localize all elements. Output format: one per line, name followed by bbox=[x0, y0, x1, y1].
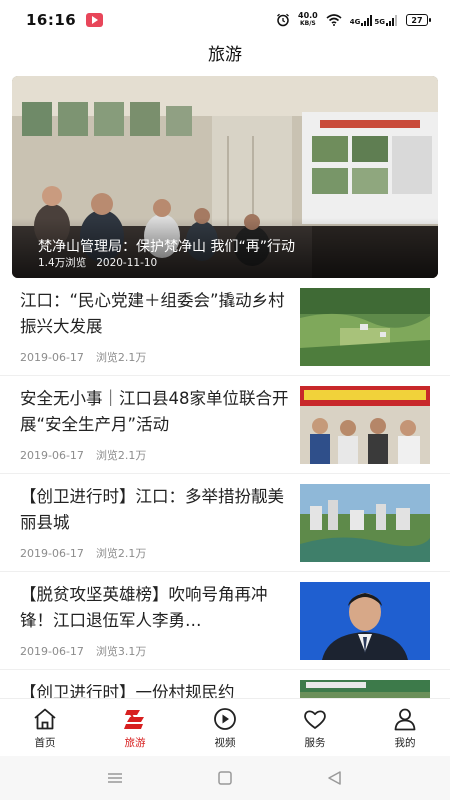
nav-label-profile: 我的 bbox=[394, 737, 416, 749]
net-speed: 40.0 KB/S bbox=[298, 12, 318, 28]
article-meta: 2019-06-17 浏览2.1万 bbox=[20, 545, 146, 561]
article-date: 2019-06-17 bbox=[20, 547, 84, 560]
article-meta: 2019-06-17 浏览2.1万 bbox=[20, 349, 146, 365]
article-thumbnail bbox=[300, 288, 430, 366]
status-bar: 16:16 40.0 KB/S 4G 5G 27 bbox=[0, 0, 450, 40]
article-title: 【创卫进行时】一份村规民约 bbox=[20, 683, 235, 698]
signal-icon: 4G 5G bbox=[349, 14, 398, 26]
nav-item-video[interactable]: 视频 bbox=[180, 699, 270, 756]
signal-label-2: 5G bbox=[374, 17, 385, 26]
notification-app-icon bbox=[86, 13, 104, 27]
net-speed-unit: KB/S bbox=[300, 20, 316, 27]
user-icon bbox=[392, 707, 418, 731]
list-item[interactable]: 【创卫进行时】一份村规民约 bbox=[0, 670, 450, 698]
article-views: 浏览2.1万 bbox=[95, 449, 147, 462]
article-list: 江口：“民心党建＋组委会”撬动乡村振兴大发展 2019-06-17 浏览2.1万 … bbox=[0, 278, 450, 698]
nav-label-travel: 旅游 bbox=[124, 737, 146, 749]
bottom-nav: 首页 旅游 视频 服务 我的 bbox=[0, 698, 450, 756]
article-thumbnail bbox=[300, 680, 430, 698]
article-thumbnail bbox=[300, 386, 430, 464]
article-date: 2019-06-17 bbox=[20, 645, 84, 658]
nav-label-service: 服务 bbox=[304, 737, 326, 749]
article-meta: 2019-06-17 浏览2.1万 bbox=[20, 447, 146, 463]
article-views: 浏览2.1万 bbox=[95, 547, 147, 560]
signal-label: 4G bbox=[349, 17, 361, 26]
alarm-icon bbox=[276, 13, 290, 27]
list-item[interactable]: 安全无小事｜江口县48家单位联合开展“安全生产月”活动 2019-06-17 浏览… bbox=[0, 376, 450, 474]
battery-icon: 27 bbox=[406, 14, 431, 26]
banner-article[interactable]: 梵净山管理局：保护梵净山 我们“再”行动 1.4万浏览 2020-11-10 bbox=[12, 76, 438, 278]
article-date: 2019-06-17 bbox=[20, 449, 84, 462]
article-views: 浏览2.1万 bbox=[95, 351, 147, 364]
menu-icon[interactable] bbox=[106, 770, 124, 786]
list-item[interactable]: 【脱贫攻坚英雄榜】吹响号角再冲锋！江口退伍军人李勇… 2019-06-17 浏览3… bbox=[0, 572, 450, 670]
banner-meta: 1.4万浏览 2020-11-10 bbox=[38, 255, 157, 270]
home-button-icon[interactable] bbox=[216, 770, 234, 786]
article-meta: 2019-06-17 浏览3.1万 bbox=[20, 643, 146, 659]
article-thumbnail bbox=[300, 484, 430, 562]
article-title: 江口：“民心党建＋组委会”撬动乡村振兴大发展 bbox=[20, 291, 285, 336]
article-title: 【创卫进行时】江口：多举措扮靓美丽县城 bbox=[20, 487, 284, 532]
list-item[interactable]: 江口：“民心党建＋组委会”撬动乡村振兴大发展 2019-06-17 浏览2.1万 bbox=[0, 278, 450, 376]
banner-views: 1.4万浏览 bbox=[38, 257, 87, 269]
article-title: 安全无小事｜江口县48家单位联合开展“安全生产月”活动 bbox=[20, 389, 289, 434]
article-views: 浏览3.1万 bbox=[95, 645, 147, 658]
nav-label-video: 视频 bbox=[214, 737, 236, 749]
back-icon[interactable] bbox=[326, 770, 344, 786]
banner-title: 梵净山管理局：保护梵净山 我们“再”行动 bbox=[38, 239, 295, 255]
nav-item-travel[interactable]: 旅游 bbox=[90, 699, 180, 756]
nav-label-home: 首页 bbox=[34, 737, 56, 749]
article-thumbnail bbox=[300, 582, 430, 660]
travel-icon bbox=[122, 707, 148, 731]
article-title: 【脱贫攻坚英雄榜】吹响号角再冲锋！江口退伍军人李勇… bbox=[20, 585, 268, 630]
heart-icon bbox=[302, 707, 328, 731]
nav-item-profile[interactable]: 我的 bbox=[360, 699, 450, 756]
home-icon bbox=[32, 707, 58, 731]
battery-level: 27 bbox=[411, 15, 423, 25]
system-nav-bar bbox=[0, 756, 450, 800]
banner-date: 2020-11-10 bbox=[96, 257, 158, 269]
wifi-icon bbox=[326, 14, 342, 26]
article-date: 2019-06-17 bbox=[20, 351, 84, 364]
list-item[interactable]: 【创卫进行时】江口：多举措扮靓美丽县城 2019-06-17 浏览2.1万 bbox=[0, 474, 450, 572]
status-time: 16:16 bbox=[26, 11, 77, 29]
play-icon bbox=[212, 707, 238, 731]
nav-item-home[interactable]: 首页 bbox=[0, 699, 90, 756]
nav-item-service[interactable]: 服务 bbox=[270, 699, 360, 756]
page-title: 旅游 bbox=[208, 45, 242, 65]
net-speed-value: 40.0 bbox=[298, 11, 318, 20]
page-header: 旅游 bbox=[0, 40, 450, 70]
